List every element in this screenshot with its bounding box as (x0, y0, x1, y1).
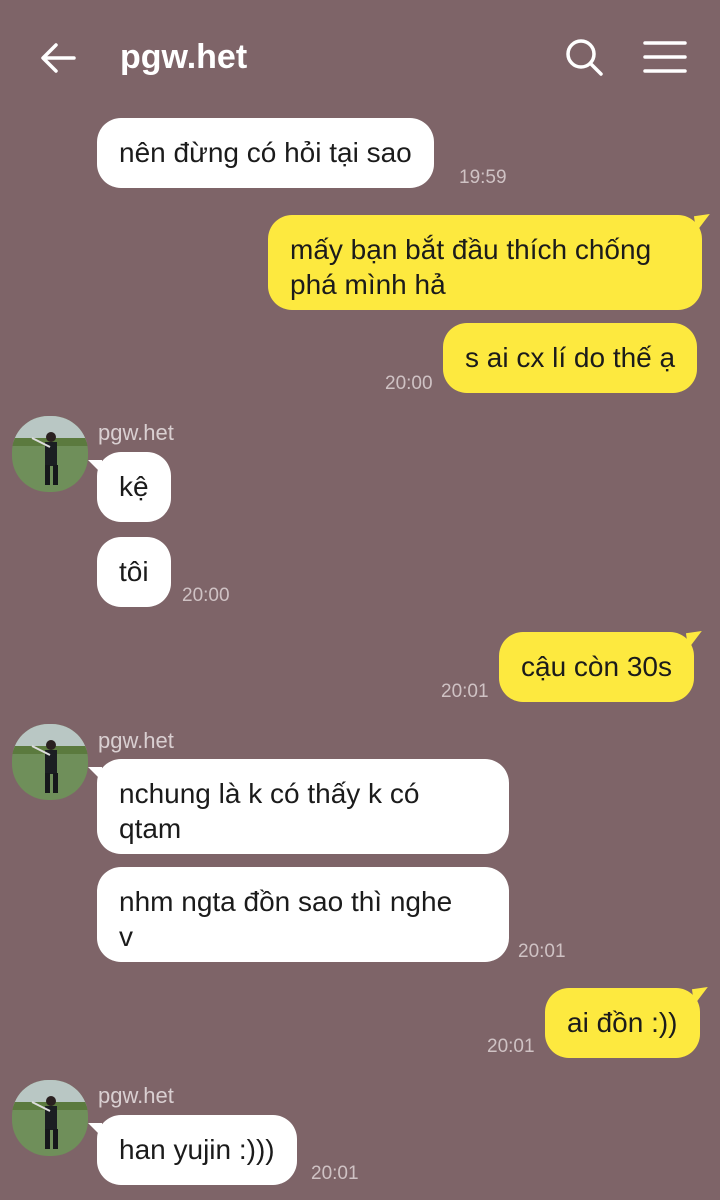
contact-avatar[interactable] (12, 724, 88, 800)
incoming-message-bubble[interactable]: kệ (88, 452, 171, 522)
incoming-message-bubble[interactable]: nên đừng có hỏi tại sao (97, 118, 434, 188)
message-timestamp: 20:01 (487, 1036, 535, 1057)
sender-name: pgw.het (98, 420, 174, 445)
chat-header: pgw.het (0, 0, 720, 112)
hamburger-menu-icon[interactable] (640, 36, 690, 80)
incoming-message-bubble[interactable]: nchung là k có thấy k có qtam (88, 759, 509, 854)
message-timestamp: 20:01 (311, 1163, 359, 1184)
outgoing-message-bubble[interactable]: mấy bạn bắt đầu thích chống phá mình hả (268, 215, 702, 310)
message-timestamp: 19:59 (459, 167, 507, 188)
search-icon[interactable] (562, 36, 606, 80)
contact-avatar[interactable] (12, 1080, 88, 1156)
outgoing-message-bubble[interactable]: cậu còn 30s (499, 632, 694, 702)
outgoing-message-bubble[interactable]: s ai cx lí do thế ạ (443, 323, 698, 393)
chat-title: pgw.het (120, 38, 248, 76)
incoming-message-bubble[interactable]: nhm ngta đồn sao thì nghe v (97, 867, 509, 962)
incoming-message-bubble[interactable]: han yujin :))) (88, 1115, 297, 1185)
sender-name: pgw.het (98, 728, 174, 753)
message-timestamp: 20:01 (518, 941, 566, 962)
message-timestamp: 20:00 (182, 585, 230, 606)
message-timestamp: 20:00 (385, 373, 433, 394)
incoming-message-bubble[interactable]: tôi (97, 537, 171, 607)
message-timestamp: 20:01 (441, 681, 489, 702)
sender-name: pgw.het (98, 1083, 174, 1108)
outgoing-message-bubble[interactable]: ai đồn :)) (545, 988, 700, 1058)
back-arrow-icon[interactable] (36, 36, 80, 80)
contact-avatar[interactable] (12, 416, 88, 492)
